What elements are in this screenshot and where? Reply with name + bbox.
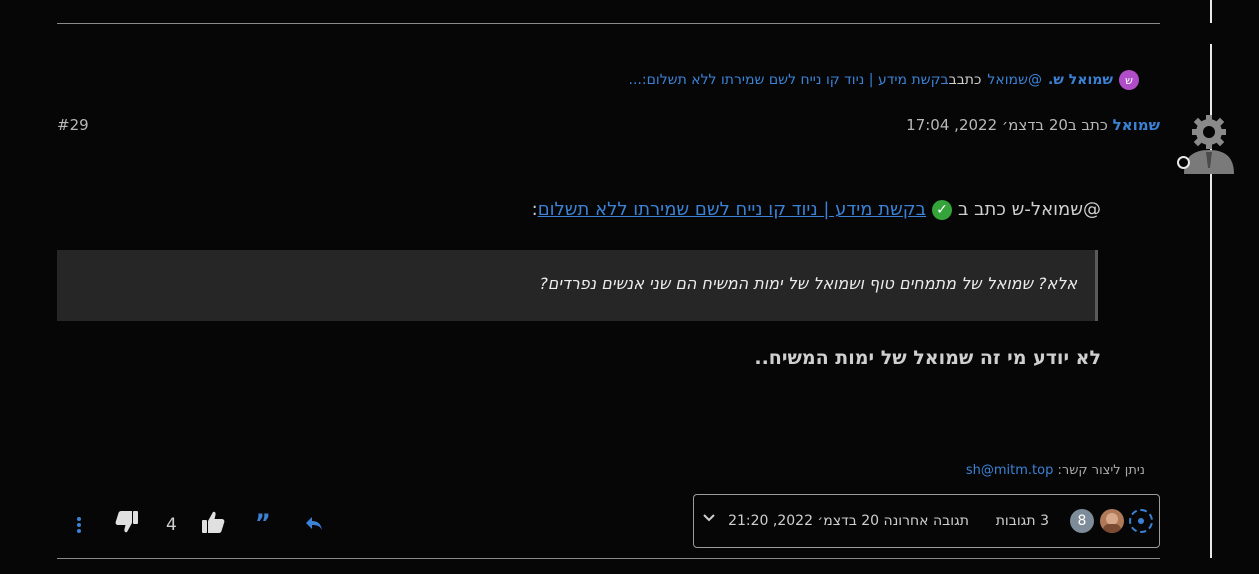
quote-topic-link[interactable]: בקשת מידע | ניוד קו נייח לשם שמירתו ללא … [538,199,926,220]
blockquote-text: אלא? שמואל של מתמחים טוף ושמואל של ימות … [539,274,1077,293]
replier-avatar[interactable] [1100,509,1124,533]
status-indicator [1177,156,1190,169]
reply-arrow-icon[interactable] [304,513,324,537]
check-mark-icon: ✓ [932,199,952,220]
thumbs-up-icon[interactable] [200,509,226,539]
backlink-verb: כתב [956,72,982,88]
backlink-topic[interactable]: בקשת מידע | ניוד קו נייח לשם שמירתו ללא … [629,72,949,88]
post-author[interactable]: שמואל [1113,116,1160,134]
bottom-divider [57,558,1160,559]
replies-box[interactable]: 8 3 תגובות תגובה אחרונה 20 בדצמ׳ 2022, 2… [693,494,1160,548]
thumbs-down-icon[interactable] [114,509,140,539]
backlink-mention[interactable]: @שמואל [987,72,1042,88]
blockquote: אלא? שמואל של מתמחים טוף ושמואל של ימות … [57,250,1098,321]
signature-email[interactable]: sh@mitm.top [966,463,1053,478]
more-vertical-icon[interactable] [76,516,82,538]
signature-label: ניתן ליצור קשר: [1057,463,1145,478]
post-index[interactable]: #29 [57,116,89,134]
replier-count-badge[interactable]: 8 [1070,509,1094,533]
quote-intro-suffix: : [531,199,538,220]
signature: ניתן ליצור קשר: sh@mitm.top [966,463,1145,478]
timeline-top [1210,0,1212,23]
last-reply[interactable]: תגובה אחרונה 20 בדצמ׳ 2022, 21:20 [728,513,969,529]
backlink-user[interactable]: שמואל ש. [1048,72,1113,88]
post-body: לא יודע מי זה שמואל של ימות המשיח.. [754,347,1101,369]
top-divider [57,23,1160,24]
post-timestamp[interactable]: כתב ב20 בדצמ׳ 2022, 17:04 [906,116,1108,134]
backlink-prefix: ב [948,72,957,88]
quote-intro-prefix: @שמואל-ש כתב ב [958,199,1101,220]
backlink-row[interactable]: ש שמואל ש. @שמואל כתב ב בקשת מידע | ניוד… [629,70,1139,90]
replies-count[interactable]: 3 תגובות [996,513,1049,529]
vote-count: 4 [166,515,177,535]
chevron-down-icon[interactable] [702,511,716,529]
quote-icon[interactable]: ” [255,511,271,535]
quote-intro: @שמואל-ש כתב ב ✓ בקשת מידע | ניוד קו ניי… [532,199,1101,220]
backlink-avatar[interactable]: ש [1119,70,1139,90]
post-header: שמואל כתב ב20 בדצמ׳ 2022, 17:04 [906,116,1160,134]
watch-icon[interactable] [1129,509,1153,533]
